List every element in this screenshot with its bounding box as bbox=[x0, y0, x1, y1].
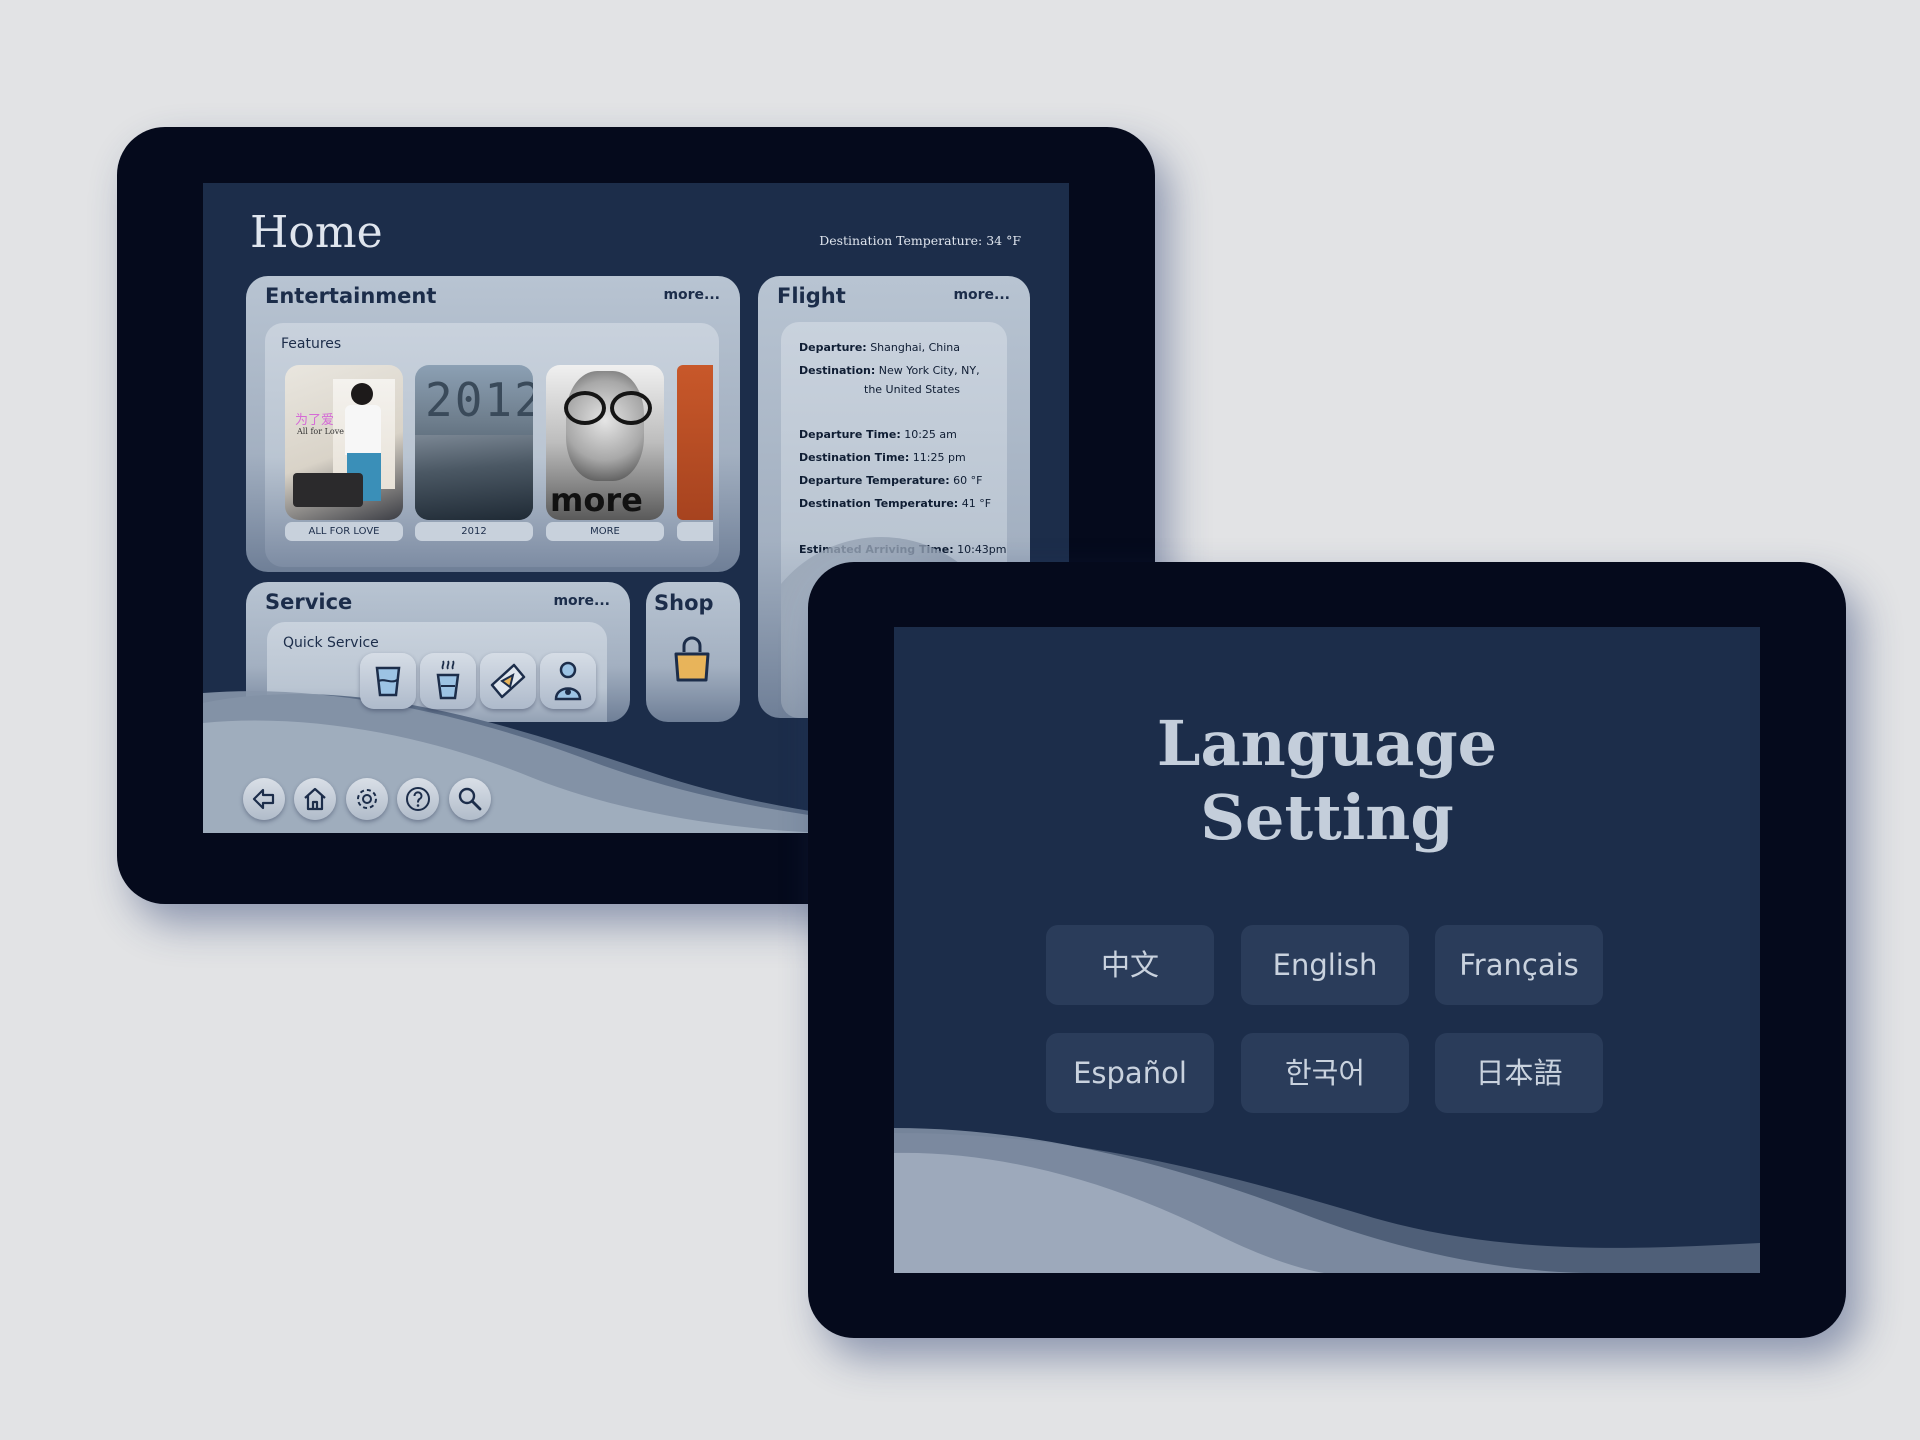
quick-service-label: Quick Service bbox=[283, 635, 379, 651]
departure-temp-value: 60 °F bbox=[953, 474, 983, 487]
destination-temperature: Destination Temperature: 34 °F bbox=[819, 233, 1021, 248]
destination-temp-label: Destination Temperature: bbox=[799, 497, 959, 510]
entertainment-title: Entertainment bbox=[265, 284, 437, 308]
destination-time-value: 11:25 pm bbox=[912, 451, 966, 464]
search-button[interactable] bbox=[449, 778, 491, 820]
home-button[interactable] bbox=[294, 778, 336, 820]
departure-value: Shanghai, China bbox=[870, 341, 961, 354]
attendant-icon[interactable] bbox=[540, 653, 596, 709]
help-button[interactable] bbox=[397, 778, 439, 820]
hot-drink-icon[interactable] bbox=[420, 653, 476, 709]
settings-button[interactable] bbox=[346, 778, 388, 820]
lang-button-english[interactable]: English bbox=[1241, 925, 1409, 1005]
entertainment-card[interactable]: Entertainment more... Features 为了爱 All f… bbox=[246, 276, 740, 572]
search-icon bbox=[458, 787, 482, 811]
language-title: Language Setting bbox=[894, 707, 1760, 855]
departure-time-label: Departure Time: bbox=[799, 428, 901, 441]
flight-more-link[interactable]: more... bbox=[953, 287, 1010, 303]
back-icon bbox=[252, 788, 275, 810]
destination-value-line2: the United States bbox=[864, 383, 961, 396]
language-title-line1: Language bbox=[1156, 707, 1498, 780]
language-tablet: Language Setting 中文 English Français Esp… bbox=[808, 562, 1846, 1338]
snack-icon[interactable] bbox=[480, 653, 536, 709]
help-icon bbox=[406, 787, 430, 811]
poster-partial[interactable] bbox=[677, 365, 713, 520]
language-title-line2: Setting bbox=[1200, 781, 1454, 854]
home-icon bbox=[304, 787, 326, 811]
language-screen: Language Setting 中文 English Français Esp… bbox=[894, 627, 1760, 1273]
departure-temp-label: Departure Temperature: bbox=[799, 474, 950, 487]
lang-button-spanish[interactable]: Español bbox=[1046, 1033, 1214, 1113]
lang-button-french[interactable]: Français bbox=[1435, 925, 1603, 1005]
poster-art-title: 2012 bbox=[425, 373, 533, 427]
departure-label: Departure: bbox=[799, 341, 867, 354]
shop-title: Shop bbox=[654, 591, 714, 615]
shopping-bag-icon[interactable] bbox=[673, 634, 711, 688]
destination-value-line1: New York City, NY, bbox=[878, 364, 980, 377]
poster-all-for-love[interactable]: 为了爱 All for Love bbox=[285, 365, 403, 520]
poster-caption bbox=[677, 522, 713, 541]
departure-time-value: 10:25 am bbox=[904, 428, 957, 441]
poster-caption: MORE bbox=[546, 522, 664, 541]
destination-time-label: Destination Time: bbox=[799, 451, 910, 464]
poster-art-title: more bbox=[550, 481, 643, 519]
lang-button-japanese[interactable]: 日本語 bbox=[1435, 1033, 1603, 1113]
eta-value: 10:43pm bbox=[957, 543, 1007, 556]
poster-caption: ALL FOR LOVE bbox=[285, 522, 403, 541]
service-title: Service bbox=[265, 590, 353, 614]
page-title: Home bbox=[250, 207, 383, 258]
features-label: Features bbox=[281, 336, 342, 352]
poster-2012[interactable]: 2012 bbox=[415, 365, 533, 520]
back-button[interactable] bbox=[243, 778, 285, 820]
features-panel: Features 为了爱 All for Love 2012 more ALL … bbox=[265, 323, 719, 567]
lang-button-chinese[interactable]: 中文 bbox=[1046, 925, 1214, 1005]
decorative-wave bbox=[894, 1128, 1760, 1273]
poster-art-title-en: All for Love bbox=[297, 427, 344, 436]
water-glass-icon[interactable] bbox=[360, 653, 416, 709]
destination-temp-value: 41 °F bbox=[961, 497, 992, 510]
destination-label: Destination: bbox=[799, 364, 876, 377]
poster-caption: 2012 bbox=[415, 522, 533, 541]
gear-icon bbox=[357, 789, 377, 809]
flight-title: Flight bbox=[777, 284, 846, 308]
service-more-link[interactable]: more... bbox=[553, 593, 610, 609]
poster-more[interactable]: more bbox=[546, 365, 664, 520]
lang-button-korean[interactable]: 한국어 bbox=[1241, 1033, 1409, 1113]
poster-art-title-cn: 为了爱 bbox=[295, 413, 335, 428]
entertainment-more-link[interactable]: more... bbox=[663, 287, 720, 303]
